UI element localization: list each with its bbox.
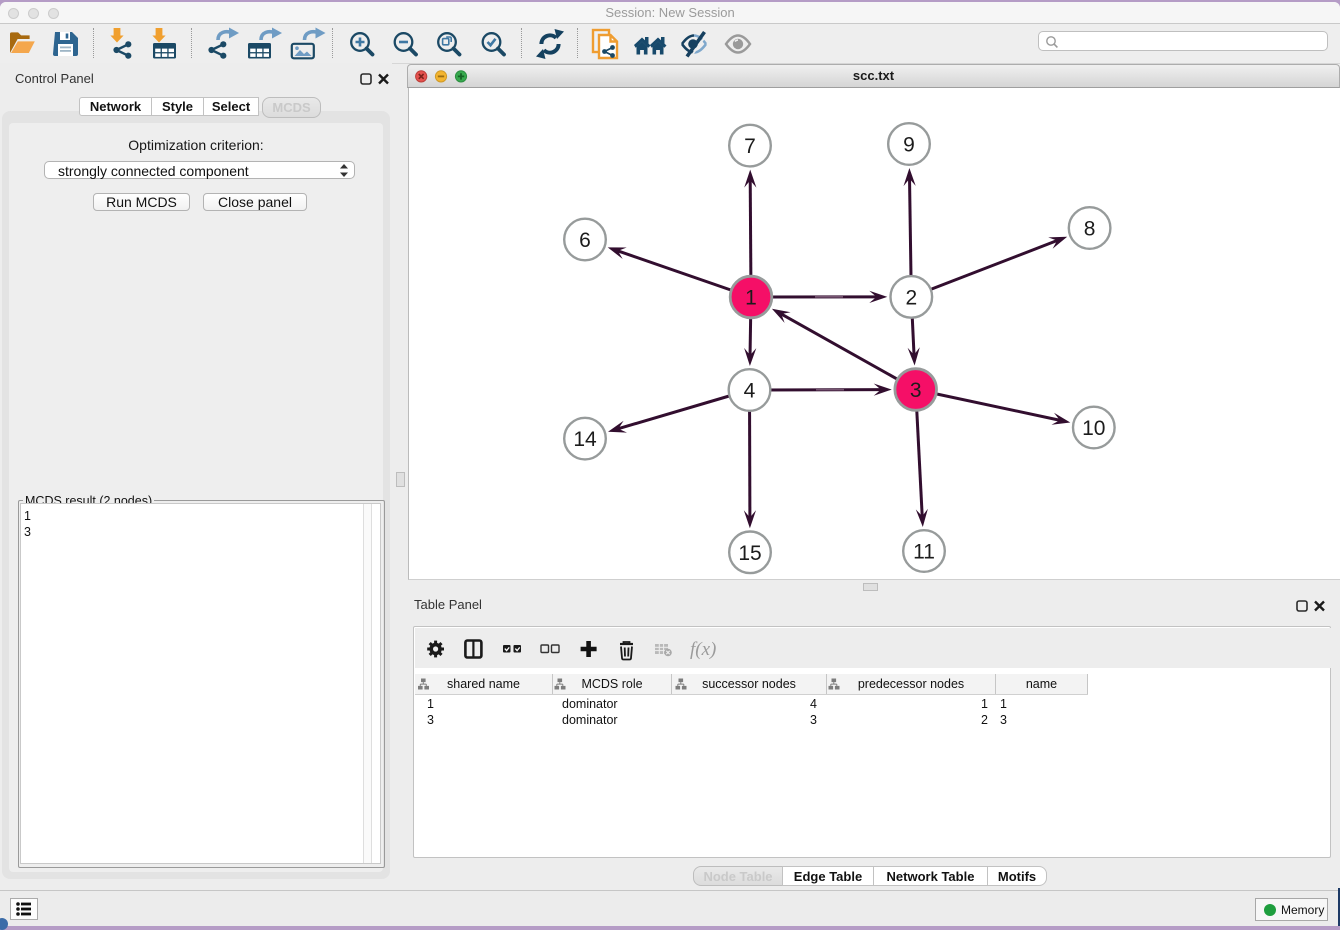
svg-text:f(x): f(x) xyxy=(690,639,716,660)
svg-text:3: 3 xyxy=(910,379,922,402)
svg-text:1: 1 xyxy=(745,287,757,310)
svg-text:10: 10 xyxy=(1082,417,1105,440)
svg-text:2: 2 xyxy=(905,286,917,309)
svg-text:4: 4 xyxy=(744,380,756,403)
svg-text:11: 11 xyxy=(913,541,935,564)
svg-text:7: 7 xyxy=(744,135,756,158)
svg-text:9: 9 xyxy=(903,134,915,157)
svg-text:15: 15 xyxy=(738,542,761,565)
svg-text:6: 6 xyxy=(579,229,591,252)
svg-text:8: 8 xyxy=(1084,218,1096,241)
svg-text:14: 14 xyxy=(573,428,597,451)
